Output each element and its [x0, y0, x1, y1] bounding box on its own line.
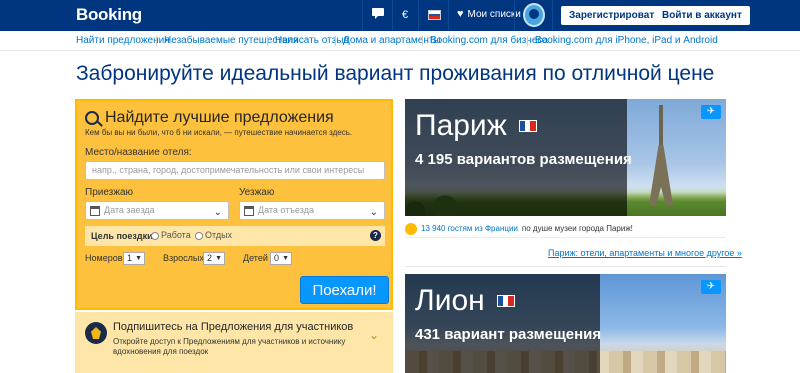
checkout-label: Уезжаю — [239, 187, 275, 198]
rooms-label: Номеров — [85, 253, 123, 263]
caption-rest: по душе музеи города Париж! — [521, 224, 633, 233]
eiffel-tower-image — [641, 105, 681, 205]
divider — [422, 36, 423, 46]
divider — [362, 0, 363, 31]
chevron-down-icon: ⌄ — [213, 207, 222, 218]
city-name-text: Лион — [415, 284, 485, 317]
divider — [156, 36, 157, 46]
search-title: Найдите лучшие предложения — [85, 109, 334, 127]
divider — [267, 36, 268, 46]
guests-count-link[interactable]: 13 940 гостям из Франции — [421, 224, 518, 233]
currency-button[interactable]: € — [402, 8, 408, 22]
purpose-leisure-option[interactable]: Отдых — [195, 230, 232, 240]
card-overlay: Лион 431 вариант размещения — [405, 274, 602, 373]
radio-icon — [151, 231, 159, 240]
caret-down-icon: ▼ — [135, 255, 142, 262]
chevron-down-icon: ⌄ — [369, 207, 378, 218]
search-icon — [85, 111, 99, 125]
login-button[interactable]: Войти в аккаунт — [654, 6, 750, 25]
calendar-icon — [90, 206, 100, 216]
search-title-text: Найдите лучшие предложения — [105, 109, 334, 126]
property-count: 431 вариант размещения — [415, 326, 602, 343]
destination-card-paris[interactable]: Париж 4 195 вариантов размещения ✈ 13 94… — [405, 99, 726, 241]
search-submit-button[interactable]: Поехали! — [300, 276, 389, 304]
sub-navigation: Найти предложения Незабываемые путешеств… — [0, 31, 800, 51]
divider — [335, 36, 336, 46]
caret-down-icon: ▼ — [282, 255, 289, 262]
divider — [405, 266, 726, 267]
destination-input[interactable]: напр., страна, город, достопримечательно… — [85, 161, 385, 180]
purpose-leisure-label: Отдых — [205, 230, 233, 240]
page-title: Забронируйте идеальный вариант проживани… — [76, 62, 715, 85]
divider — [418, 0, 419, 31]
member-deals-promo[interactable]: Подпишитесь на Предложения для участнико… — [75, 312, 393, 373]
children-label: Детей — [243, 253, 268, 263]
divider — [527, 36, 528, 46]
heart-icon: ♥ — [457, 8, 464, 20]
nav-business[interactable]: Booking.com для бизнеса — [430, 35, 548, 46]
language-chat-icon[interactable] — [372, 8, 384, 23]
guests-icon — [405, 222, 417, 235]
genius-badge-icon — [85, 322, 107, 344]
help-icon[interactable]: ? — [370, 230, 381, 241]
city-name-text: Париж — [415, 109, 507, 142]
card-overlay: Париж 4 195 вариантов размещения — [405, 99, 632, 216]
adults-value: 2 — [207, 253, 213, 263]
top-bar: Booking € ♥ Мои списки Зарегистрироватьс… — [0, 0, 800, 31]
nav-mobile-apps[interactable]: Booking.com для iPhone, iPad и Android — [535, 35, 718, 46]
flag-ru-icon[interactable] — [428, 10, 441, 20]
card-caption: 13 940 гостям из Франции по душе музеи г… — [405, 220, 726, 238]
destination-card-lyon[interactable]: Лион 431 вариант размещения ✈ — [405, 274, 726, 373]
paris-more-link[interactable]: Париж: отели, апартаменты и многое друго… — [548, 248, 742, 258]
checkin-field[interactable]: Дата заезда ⌄ — [85, 201, 229, 220]
divider — [392, 0, 393, 31]
checkin-placeholder: Дата заезда — [104, 205, 155, 215]
promo-title: Подпишитесь на Предложения для участнико… — [113, 321, 354, 333]
flag-fr-icon — [518, 120, 537, 132]
my-lists-button[interactable]: ♥ Мои списки — [457, 8, 521, 20]
caret-down-icon: ▼ — [215, 255, 222, 262]
destination-label: Место/название отеля: — [85, 147, 192, 158]
children-select[interactable]: 0 ▼ — [270, 252, 292, 265]
city-name: Лион — [415, 284, 590, 318]
rooms-select[interactable]: 1 ▼ — [123, 252, 145, 265]
purpose-work-option[interactable]: Работа — [151, 230, 191, 240]
flag-fr-icon — [496, 295, 515, 307]
city-name: Париж — [415, 109, 617, 143]
adults-select[interactable]: 2 ▼ — [203, 252, 225, 265]
checkin-label: Приезжаю — [85, 187, 134, 198]
booking-logo[interactable]: Booking — [76, 5, 142, 25]
search-subtitle: Кем бы вы ни были, что б ни искали, — пу… — [85, 128, 353, 137]
adults-label: Взрослых — [163, 253, 204, 263]
my-lists-label: Мои списки — [467, 8, 521, 20]
search-box: Найдите лучшие предложения Кем бы вы ни … — [75, 99, 393, 310]
chevron-down-icon[interactable]: ⌄ — [369, 328, 379, 342]
plane-icon[interactable]: ✈ — [701, 105, 721, 119]
divider — [448, 0, 449, 31]
purpose-label: Цель поездки: — [91, 231, 156, 241]
geniuses-badge-icon[interactable] — [523, 3, 545, 27]
trip-purpose: Цель поездки: Работа Отдых ? — [85, 226, 385, 246]
nav-homes-apartments[interactable]: Дома и апартаменты — [343, 35, 441, 46]
children-value: 0 — [274, 253, 280, 263]
nav-write-review[interactable]: Написать отзыв — [275, 35, 349, 46]
rooms-value: 1 — [127, 253, 133, 263]
divider — [552, 0, 553, 31]
plane-icon[interactable]: ✈ — [701, 280, 721, 294]
radio-icon — [195, 231, 203, 240]
calendar-icon — [244, 206, 254, 216]
purpose-work-label: Работа — [161, 230, 191, 240]
divider — [514, 0, 515, 31]
checkout-placeholder: Дата отъезда — [258, 205, 314, 215]
property-count: 4 195 вариантов размещения — [415, 151, 632, 168]
checkout-field[interactable]: Дата отъезда ⌄ — [239, 201, 385, 220]
promo-subtitle: Откройте доступ к Предложениям для участ… — [113, 337, 346, 356]
